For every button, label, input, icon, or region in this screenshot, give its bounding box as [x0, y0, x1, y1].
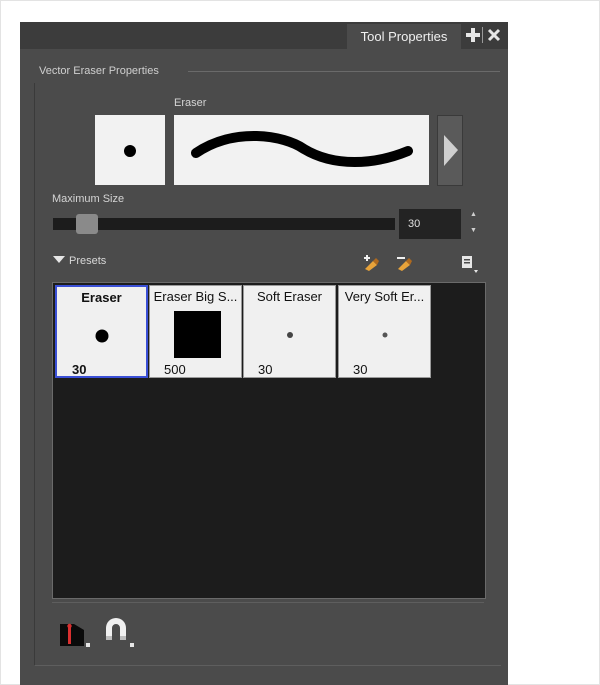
preset-eraser[interactable]: Eraser 30	[55, 285, 148, 378]
stroke-preview-toggle-button[interactable]	[437, 115, 463, 186]
tab-tool-properties[interactable]: Tool Properties	[347, 24, 461, 49]
delete-preset-icon[interactable]	[394, 253, 414, 273]
tab-divider	[482, 27, 483, 43]
bottom-divider	[52, 602, 484, 603]
plus-icon[interactable]	[465, 27, 481, 43]
tip-preview	[95, 115, 165, 185]
preset-soft-eraser[interactable]: Soft Eraser 30	[243, 285, 336, 378]
preset-list: Eraser 30 Eraser Big S... 500 Soft Erase…	[52, 282, 486, 599]
preset-size: 500	[164, 362, 186, 377]
preset-name: Eraser Big S...	[153, 289, 238, 304]
section-divider	[188, 71, 500, 72]
preset-thumb-icon	[174, 311, 221, 358]
new-preset-icon[interactable]	[361, 253, 381, 273]
preset-size: 30	[353, 362, 368, 377]
preset-name: Soft Eraser	[256, 289, 323, 304]
preset-thumb-icon	[287, 332, 293, 338]
preset-name: Eraser	[81, 290, 122, 305]
max-size-slider[interactable]	[53, 218, 395, 230]
presets-label: Presets	[69, 255, 107, 267]
max-size-field[interactable]: 30	[399, 209, 461, 239]
spin-down-icon[interactable]: ▼	[470, 227, 477, 235]
magnet-icon[interactable]	[102, 616, 136, 648]
section-title: Vector Eraser Properties	[39, 65, 159, 77]
preset-thumb-icon	[95, 329, 109, 343]
preset-size: 30	[258, 362, 273, 377]
preview-label: Eraser	[174, 97, 207, 109]
tab-bar: Tool Properties	[20, 22, 508, 49]
tool-properties-panel: Tool Properties Vector Eraser Properties…	[20, 22, 508, 685]
preset-name: Very Soft Er...	[344, 289, 425, 304]
menu-icon[interactable]	[460, 254, 480, 274]
preset-eraser-big[interactable]: Eraser Big S... 500	[149, 285, 242, 378]
close-icon[interactable]	[486, 27, 502, 43]
presets-toggle[interactable]: Presets	[53, 255, 106, 267]
preset-very-soft-eraser[interactable]: Very Soft Er... 30	[338, 285, 431, 378]
preset-size: 30	[72, 362, 87, 377]
collapse-triangle-icon	[53, 256, 65, 263]
preset-thumb-icon	[382, 332, 388, 338]
spin-up-icon[interactable]: ▲	[470, 211, 477, 219]
stroke-preview-icon	[191, 131, 413, 167]
play-arrow-icon	[444, 135, 458, 166]
tip-dot-icon	[124, 145, 136, 157]
max-size-slider-handle[interactable]	[76, 214, 98, 234]
stroke-preview	[174, 115, 429, 185]
max-size-label: Maximum Size	[52, 193, 125, 205]
eraser-mode-icon[interactable]	[58, 618, 92, 648]
